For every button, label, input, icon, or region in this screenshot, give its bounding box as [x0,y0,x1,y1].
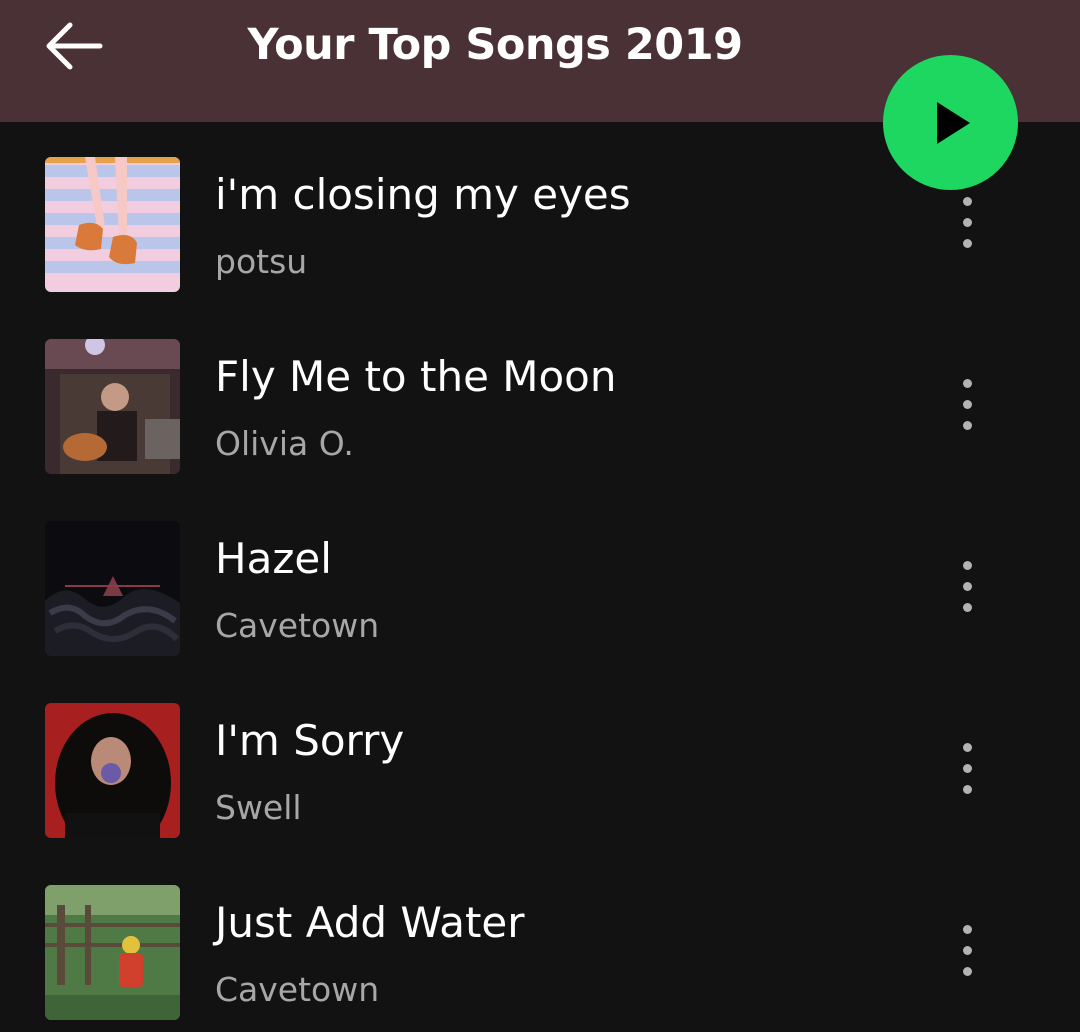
song-row[interactable]: I'm Sorry Swell [0,668,1080,850]
song-title: Just Add Water [215,898,525,947]
album-cover [45,885,180,1020]
green-field-cover [45,885,180,1020]
song-artist: potsu [215,242,308,281]
song-title: I'm Sorry [215,716,405,765]
more-vertical-icon [962,737,972,800]
album-cover [45,703,180,838]
song-title: Hazel [215,534,332,583]
song-row[interactable]: Hazel Cavetown [0,486,1080,668]
song-artist: Olivia O. [215,424,354,463]
song-row[interactable]: Fly Me to the Moon Olivia O. [0,304,1080,486]
album-cover [45,339,180,474]
more-options-button[interactable] [945,728,989,808]
more-options-button[interactable] [945,910,989,990]
more-vertical-icon [962,919,972,982]
red-portrait-cover [45,703,180,838]
guitar-photo-cover [45,339,180,474]
play-button[interactable] [883,55,1018,190]
more-options-button[interactable] [945,546,989,626]
play-icon [936,101,970,144]
song-artist: Cavetown [215,606,380,645]
album-cover [45,157,180,292]
cavetown-waves-cover [45,521,180,656]
more-vertical-icon [962,191,972,254]
more-options-button[interactable] [945,364,989,444]
more-vertical-icon [962,555,972,618]
song-title: i'm closing my eyes [215,170,631,219]
song-row[interactable]: Just Add Water Cavetown [0,850,1080,1032]
more-options-button[interactable] [945,182,989,262]
more-vertical-icon [962,373,972,436]
pink-striped-legs-cover [45,157,180,292]
album-cover [45,521,180,656]
page-title: Your Top Songs 2019 [247,20,743,70]
song-artist: Swell [215,788,302,827]
song-artist: Cavetown [215,970,380,1009]
song-title: Fly Me to the Moon [215,352,617,401]
